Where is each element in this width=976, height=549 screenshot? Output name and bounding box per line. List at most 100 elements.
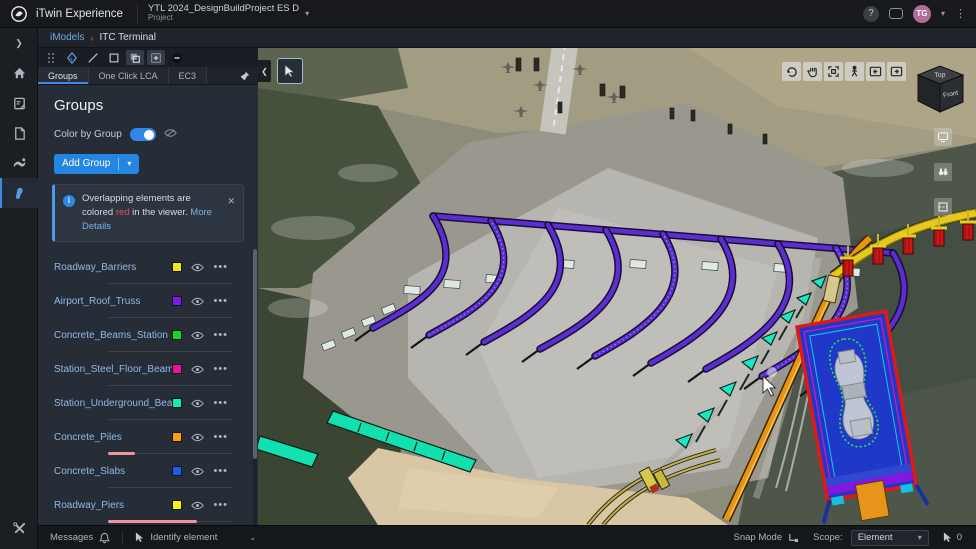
group-name-link[interactable]: Concrete_Piles — [54, 432, 172, 443]
group-row[interactable]: Concrete_Slabs ••• — [50, 454, 246, 488]
section-tool-icon[interactable] — [934, 198, 952, 216]
group-menu-icon[interactable]: ••• — [213, 264, 228, 270]
group-row[interactable]: Airport_Roof_Truss ••• — [50, 284, 246, 318]
line-selection-tool-icon[interactable] — [84, 50, 102, 65]
eye-icon[interactable] — [191, 501, 204, 510]
viewer-navigation-toolbar — [782, 62, 906, 81]
group-menu-icon[interactable]: ••• — [213, 400, 228, 406]
viewer-select-tool-button[interactable] — [277, 58, 303, 84]
drag-handle-icon[interactable] — [42, 50, 60, 65]
rotate-view-icon[interactable] — [782, 62, 801, 81]
selection-count: 0 — [943, 532, 962, 543]
eye-icon[interactable] — [191, 297, 204, 306]
snap-mode-button[interactable]: Snap Mode — [734, 532, 800, 543]
home-icon — [12, 66, 27, 81]
tool-settings-caret-icon[interactable]: ⌄ — [249, 533, 256, 542]
group-color-swatch[interactable] — [172, 262, 182, 272]
binoculars-icon[interactable] — [934, 163, 952, 181]
tab-ec3[interactable]: EC3 — [169, 67, 208, 84]
eye-icon[interactable] — [191, 263, 204, 272]
sidebar-item-carbon-insights[interactable] — [0, 178, 38, 208]
screen-layout-icon[interactable] — [934, 128, 952, 146]
sidebar-item-validation[interactable] — [0, 148, 38, 178]
group-name-link[interactable]: Roadway_Piers — [54, 500, 172, 511]
3d-viewer[interactable]: .arcO{fill:none;stroke:#190d33;stroke-wi… — [258, 48, 976, 525]
select-element-tool-icon[interactable] — [63, 50, 81, 65]
close-icon[interactable]: ✕ — [227, 195, 235, 235]
add-group-button[interactable]: Add Group▾ — [54, 154, 139, 174]
more-menu-icon[interactable]: ⋮ — [955, 7, 966, 20]
group-name-link[interactable]: Roadway_Barriers — [54, 262, 172, 273]
group-menu-icon[interactable]: ••• — [213, 298, 228, 304]
walk-tool-icon[interactable] — [845, 62, 864, 81]
undo-view-icon[interactable] — [866, 62, 885, 81]
overlap-info-banner: i Overlapping elements are colored red i… — [52, 184, 244, 243]
group-row[interactable]: Station_Steel_Floor_Beams ••• — [50, 352, 246, 386]
group-menu-icon[interactable]: ••• — [213, 366, 228, 372]
group-row[interactable]: Roadway_Barriers ••• — [50, 250, 246, 284]
identify-cursor-icon — [135, 532, 144, 543]
group-color-swatch[interactable] — [172, 466, 182, 476]
itwin-experience-app: iTwin Experience YTL 2024_DesignBuildPro… — [0, 0, 976, 549]
group-color-swatch[interactable] — [172, 330, 182, 340]
remove-selection-icon[interactable] — [168, 50, 186, 65]
breadcrumb-imodels-link[interactable]: iModels — [50, 32, 84, 43]
box-selection-tool-icon[interactable] — [105, 50, 123, 65]
sidebar-item-documents[interactable] — [0, 118, 38, 148]
group-menu-icon[interactable]: ••• — [213, 332, 228, 338]
hide-all-eye-icon[interactable] — [164, 128, 177, 141]
group-color-swatch[interactable] — [172, 296, 182, 306]
eye-icon[interactable] — [191, 331, 204, 340]
messages-button[interactable]: Messages — [38, 526, 122, 549]
help-icon[interactable]: ? — [863, 6, 879, 22]
validation-icon — [12, 156, 27, 171]
scope-select[interactable]: Element ▾ — [851, 530, 929, 546]
group-menu-icon[interactable]: ••• — [213, 468, 228, 474]
sidebar-item-home[interactable] — [0, 58, 38, 88]
groups-panel-body: Groups Color by Group Add Group▾ i Overl… — [38, 85, 258, 525]
group-color-swatch[interactable] — [172, 398, 182, 408]
eye-icon[interactable] — [191, 433, 204, 442]
group-row[interactable]: Concrete_Beams_Station ••• — [50, 318, 246, 352]
group-color-swatch[interactable] — [172, 432, 182, 442]
add-selection-icon[interactable] — [147, 50, 165, 65]
feedback-icon[interactable] — [889, 8, 903, 19]
identify-label: Identify element — [150, 532, 217, 543]
project-tab[interactable]: YTL 2024_DesignBuildProject ES D Project… — [138, 0, 319, 28]
group-row[interactable]: Station_Underground_Beams ••• — [50, 386, 246, 420]
eye-icon[interactable] — [191, 365, 204, 374]
fit-view-icon[interactable] — [824, 62, 843, 81]
project-caret-icon[interactable]: ▾ — [305, 9, 309, 18]
tab-one-click-lca[interactable]: One Click LCA — [89, 67, 169, 84]
avatar-caret-icon[interactable]: ▾ — [941, 9, 945, 18]
user-avatar[interactable]: TG — [913, 5, 931, 23]
view-navigation-cube[interactable]: Top Front — [910, 58, 970, 118]
eye-icon[interactable] — [191, 399, 204, 408]
expand-rail-icon[interactable]: ❯ — [0, 28, 38, 58]
collapse-panel-icon[interactable]: ❮ — [258, 60, 271, 82]
group-name-link[interactable]: Station_Underground_Beams — [54, 398, 172, 409]
eye-icon[interactable] — [191, 467, 204, 476]
redo-view-icon[interactable] — [887, 62, 906, 81]
group-name-link[interactable]: Station_Steel_Floor_Beams — [54, 364, 172, 375]
group-color-swatch[interactable] — [172, 364, 182, 374]
groups-scrollbar[interactable] — [253, 249, 257, 525]
group-name-link[interactable]: Concrete_Beams_Station — [54, 330, 172, 341]
group-name-link[interactable]: Concrete_Slabs — [54, 466, 172, 477]
group-menu-icon[interactable]: ••• — [213, 434, 228, 440]
top-header: iTwin Experience YTL 2024_DesignBuildPro… — [0, 0, 976, 28]
pan-view-icon[interactable] — [803, 62, 822, 81]
group-selection-tool-icon[interactable] — [126, 50, 144, 65]
group-name-link[interactable]: Airport_Roof_Truss — [54, 296, 172, 307]
pin-panel-icon[interactable] — [240, 67, 258, 84]
group-row[interactable]: Roadway_Piers ••• — [50, 488, 246, 522]
group-row[interactable]: Concrete_Piles ••• — [50, 420, 246, 454]
identify-element-tool[interactable]: Identify element ⌄ — [123, 526, 268, 549]
group-color-swatch[interactable] — [172, 500, 182, 510]
color-by-group-toggle[interactable] — [130, 128, 156, 141]
sidebar-item-issues[interactable] — [0, 88, 38, 118]
color-by-group-row: Color by Group — [54, 128, 246, 141]
sidebar-item-tools[interactable] — [0, 513, 38, 543]
tab-groups[interactable]: Groups — [38, 67, 89, 84]
group-menu-icon[interactable]: ••• — [213, 502, 228, 508]
